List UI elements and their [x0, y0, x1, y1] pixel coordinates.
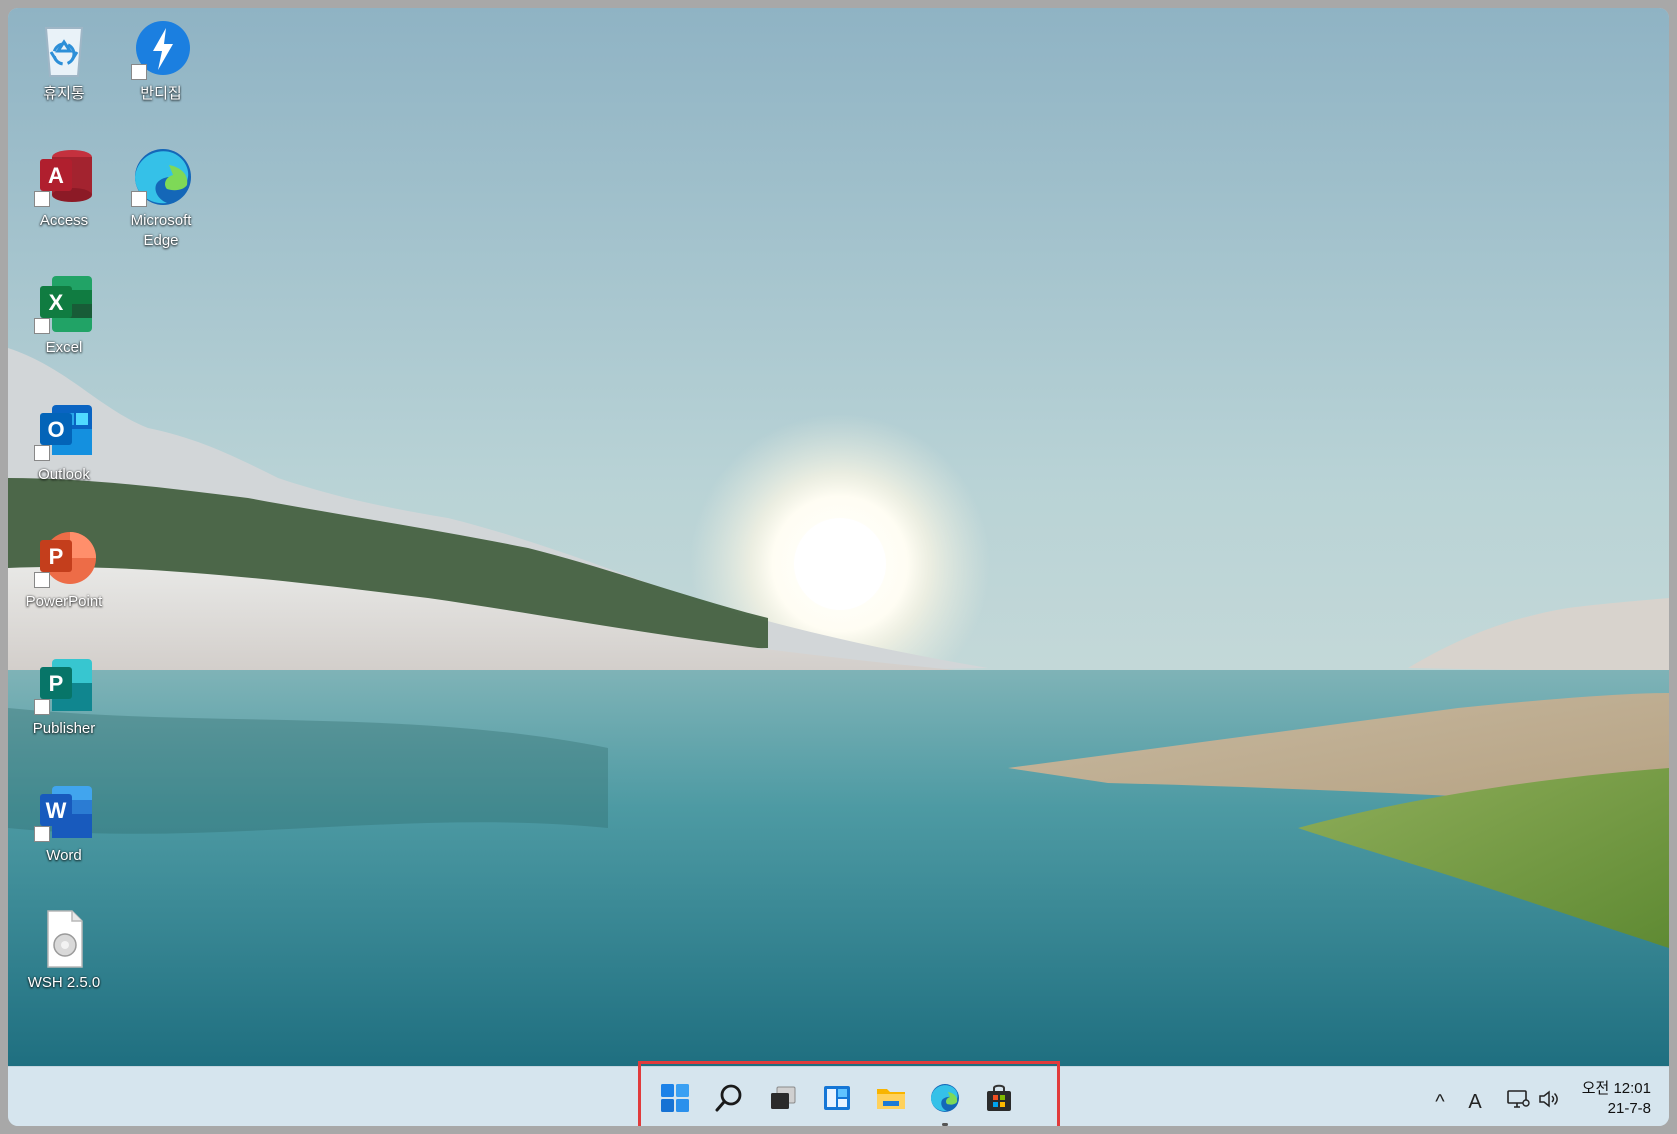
chevron-up-icon: ^: [1435, 1090, 1445, 1113]
excel-icon: X: [32, 272, 96, 336]
desktop-wallpaper: [8, 8, 1669, 1066]
taskbar: ^ A 오전 12:01 21-7-8: [8, 1061, 1669, 1126]
running-indicator: [942, 1123, 948, 1126]
clock-date: 21-7-8: [1607, 1100, 1651, 1117]
search-icon: [714, 1083, 744, 1118]
word-shortcut[interactable]: W Word: [15, 780, 113, 866]
svg-text:P: P: [49, 544, 64, 569]
bandizip-icon: [129, 18, 193, 82]
excel-shortcut[interactable]: X Excel: [15, 272, 113, 358]
file-explorer-icon: [875, 1083, 907, 1118]
edge-taskbar-button[interactable]: [925, 1080, 965, 1126]
publisher-shortcut[interactable]: P Publisher: [15, 653, 113, 739]
shortcut-arrow-icon: [34, 826, 50, 842]
store-icon: [984, 1083, 1014, 1118]
file-icon: [32, 907, 96, 971]
outlook-icon: O: [32, 399, 96, 463]
recycle-bin-shortcut[interactable]: 휴지통: [15, 18, 113, 104]
icon-label: 반디집: [140, 85, 182, 102]
shortcut-arrow-icon: [131, 64, 147, 80]
svg-text:O: O: [47, 417, 64, 442]
shortcut-arrow-icon: [131, 191, 147, 207]
task-view-icon: [768, 1083, 798, 1118]
recycle-bin-icon: [32, 18, 96, 82]
icon-label: Word: [46, 847, 82, 864]
access-icon: A: [32, 145, 96, 209]
desktop-frame: 휴지통 반디집 A Access Microsoft Edge X Excel …: [8, 8, 1669, 1126]
access-shortcut[interactable]: A Access: [15, 145, 113, 231]
publisher-icon: P: [32, 653, 96, 717]
shortcut-arrow-icon: [34, 445, 50, 461]
store-button[interactable]: [979, 1080, 1019, 1120]
input-indicator-button[interactable]: A: [1462, 1087, 1488, 1117]
wsh-file[interactable]: WSH 2.5.0: [15, 907, 113, 993]
edge-icon: [129, 145, 193, 209]
speaker-icon: [1538, 1089, 1560, 1115]
network-button[interactable]: [1504, 1087, 1532, 1117]
svg-text:P: P: [49, 671, 64, 696]
icon-label: 휴지통: [43, 85, 85, 102]
clock-time: 오전 12:01: [1581, 1080, 1651, 1097]
shortcut-arrow-icon: [34, 318, 50, 334]
powerpoint-icon: P: [32, 526, 96, 590]
icon-label: Excel: [45, 339, 83, 356]
taskbar-highlight-box: [638, 1061, 1060, 1126]
search-button[interactable]: [709, 1080, 749, 1120]
clock[interactable]: 오전 12:01 21-7-8: [1582, 1079, 1651, 1119]
show-hidden-icons-button[interactable]: ^: [1428, 1087, 1452, 1117]
shortcut-arrow-icon: [34, 191, 50, 207]
icon-label: Outlook: [38, 466, 90, 483]
start-button[interactable]: [655, 1080, 695, 1120]
file-explorer-button[interactable]: [871, 1080, 911, 1120]
start-icon: [660, 1083, 690, 1118]
widgets-icon: [822, 1083, 852, 1118]
icon-label: PowerPoint: [25, 593, 103, 610]
icon-label: WSH 2.5.0: [27, 974, 101, 991]
shortcut-arrow-icon: [34, 572, 50, 588]
powerpoint-shortcut[interactable]: P PowerPoint: [15, 526, 113, 612]
bandizip-shortcut[interactable]: 반디집: [112, 18, 210, 104]
svg-text:A: A: [48, 163, 64, 188]
icon-label: Publisher: [32, 720, 96, 737]
word-icon: W: [32, 780, 96, 844]
svg-text:W: W: [46, 798, 67, 823]
network-icon: [1506, 1088, 1530, 1116]
edge-icon: [929, 1082, 961, 1119]
edge-shortcut[interactable]: Microsoft Edge: [112, 145, 210, 251]
shortcut-arrow-icon: [34, 699, 50, 715]
svg-text:X: X: [49, 290, 64, 315]
ime-mode-indicator: A: [1468, 1090, 1482, 1113]
task-view-button[interactable]: [763, 1080, 803, 1120]
volume-button[interactable]: [1536, 1087, 1562, 1117]
icon-label: Access: [39, 212, 89, 229]
icon-label: Microsoft Edge: [130, 212, 192, 249]
widgets-button[interactable]: [817, 1080, 857, 1120]
outlook-shortcut[interactable]: O Outlook: [15, 399, 113, 485]
